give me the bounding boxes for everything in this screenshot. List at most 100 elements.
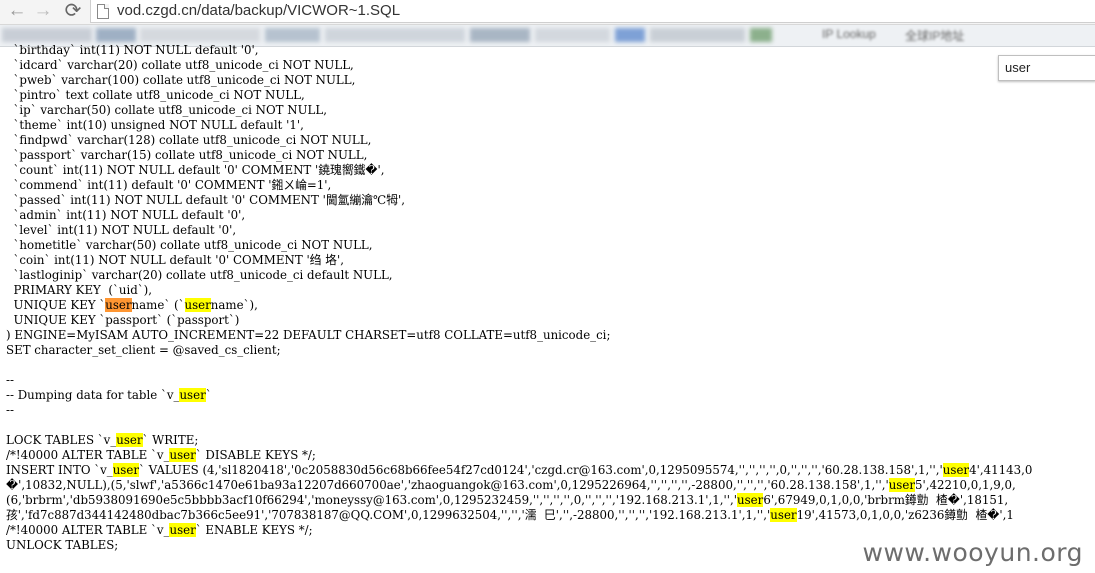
code-text: ) ENGINE=MyISAM AUTO_INCREMENT=22 DEFAUL… [6, 328, 611, 342]
sql-dump-text: `birthday` int(11) NOT NULL default '0',… [6, 43, 1032, 553]
code-text: -- [6, 403, 14, 417]
bookmark-blurred[interactable] [325, 28, 465, 42]
code-line: -- Dumping data for table `v_user` [6, 388, 1032, 403]
bookmark-blurred[interactable] [535, 28, 610, 42]
code-line: `commend` int(11) default '0' COMMENT '鎺… [6, 178, 1032, 193]
code-line: /*!40000 ALTER TABLE `v_user` DISABLE KE… [6, 448, 1032, 463]
reload-icon[interactable]: ⟳ [60, 0, 86, 22]
code-text: (6,'brbrm','db5938091690e5c5bbbb3acf10f6… [6, 493, 738, 507]
bookmark-blurred[interactable] [615, 28, 645, 42]
code-text: `pintro` text collate utf8_unicode_ci NO… [6, 88, 305, 102]
bookmark-ip-lookup[interactable]: IP Lookup [822, 27, 876, 41]
page-icon [97, 4, 109, 19]
code-line: PRIMARY KEY (`uid`), [6, 283, 1032, 298]
address-bar[interactable]: vod.czgd.cn/data/backup/VICWOR~1.SQL [90, 0, 1095, 23]
code-line: `pweb` varchar(100) collate utf8_unicode… [6, 73, 1032, 88]
code-text: SET character_set_client = @saved_cs_cli… [6, 343, 281, 357]
code-line: LOCK TABLES `v_user` WRITE; [6, 433, 1032, 448]
code-line: /*!40000 ALTER TABLE `v_user` ENABLE KEY… [6, 523, 1032, 538]
code-line: �',10832,NULL),(5,'slwf','a5366c1470e61b… [6, 478, 1032, 493]
code-line: `passport` varchar(15) collate utf8_unic… [6, 148, 1032, 163]
code-text: LOCK TABLES `v_ [6, 433, 117, 447]
code-line: `idcard` varchar(20) collate utf8_unicod… [6, 58, 1032, 73]
code-text: `admin` int(11) NOT NULL default '0', [6, 208, 246, 222]
bookmark-blurred[interactable] [96, 28, 136, 42]
code-text: `coin` int(11) NOT NULL default '0' COMM… [6, 253, 345, 267]
code-line: `hometitle` varchar(50) collate utf8_uni… [6, 238, 1032, 253]
bookmark-blurred[interactable] [2, 28, 92, 42]
code-line: `findpwd` varchar(128) collate utf8_unic… [6, 133, 1032, 148]
code-text: `commend` int(11) default '0' COMMENT '鎺… [6, 178, 332, 192]
code-text: ` VALUES (4,'sl1820418','0c2058830d56c68… [138, 463, 943, 477]
search-match: user [888, 478, 915, 492]
code-text: UNLOCK TABLES; [6, 538, 119, 552]
code-text: `ip` varchar(50) collate utf8_unicode_ci… [6, 103, 327, 117]
browser-toolbar: ← → ⟳ vod.czgd.cn/data/backup/VICWOR~1.S… [0, 0, 1095, 25]
code-line: INSERT INTO `v_user` VALUES (4,'sl182041… [6, 463, 1032, 478]
code-line: -- [6, 403, 1032, 418]
code-text: `findpwd` varchar(128) collate utf8_unic… [6, 133, 372, 147]
forward-arrow-icon[interactable]: → [30, 0, 56, 22]
code-line: `coin` int(11) NOT NULL default '0' COMM… [6, 253, 1032, 268]
code-text: ` ENABLE KEYS */; [195, 523, 313, 537]
bookmark-blurred[interactable] [750, 28, 772, 42]
code-text: -- [6, 373, 14, 387]
code-line: UNIQUE KEY `username` (`username`), [6, 298, 1032, 313]
code-text: `theme` int(10) unsigned NOT NULL defaul… [6, 118, 304, 132]
code-text: ` DISABLE KEYS */; [195, 448, 316, 462]
code-text: INSERT INTO `v_ [6, 463, 113, 477]
code-line: `theme` int(10) unsigned NOT NULL defaul… [6, 118, 1032, 133]
code-text: name`), [210, 298, 258, 312]
url-text[interactable]: vod.czgd.cn/data/backup/VICWOR~1.SQL [117, 0, 400, 22]
search-match: user [179, 388, 206, 402]
code-text: -- Dumping data for table `v_ [6, 388, 180, 402]
code-text: UNIQUE KEY `passport` (`passport`) [6, 313, 240, 327]
code-line: `count` int(11) NOT NULL default '0' COM… [6, 163, 1032, 178]
code-text: 6',67949,0,1,0,0,'brbrm鐏勯 楂�',18151, [763, 493, 1009, 507]
code-text: `level` int(11) NOT NULL default '0', [6, 223, 237, 237]
watermark: www.wooyun.org [862, 538, 1083, 567]
code-text: `count` int(11) NOT NULL default '0' COM… [6, 163, 385, 177]
back-arrow-icon[interactable]: ← [4, 0, 30, 22]
bookmark-ip-address[interactable]: 全球IP地址 [905, 27, 964, 44]
find-bar [998, 55, 1095, 81]
code-text: `birthday` int(11) NOT NULL default '0', [6, 43, 259, 57]
find-input[interactable] [1005, 59, 1090, 76]
code-text: `hometitle` varchar(50) collate utf8_uni… [6, 238, 373, 252]
code-line: `passed` int(11) NOT NULL default '0' CO… [6, 193, 1032, 208]
code-line: -- [6, 373, 1032, 388]
code-text: 19',41573,0,1,0,0,'z6236鐏勯 楂�',1 [796, 508, 1014, 522]
code-text: 孩','fd7c887d344142480dbac7b366c5ee91','7… [6, 508, 771, 522]
code-line: 孩','fd7c887d344142480dbac7b366c5ee91','7… [6, 508, 1032, 523]
code-line: (6,'brbrm','db5938091690e5c5bbbb3acf10f6… [6, 493, 1032, 508]
bookmark-blurred[interactable] [140, 28, 260, 42]
code-text: /*!40000 ALTER TABLE `v_ [6, 448, 170, 462]
code-text: ` WRITE; [142, 433, 199, 447]
code-line: `level` int(11) NOT NULL default '0', [6, 223, 1032, 238]
code-line: UNIQUE KEY `passport` (`passport`) [6, 313, 1032, 328]
code-text: UNIQUE KEY ` [6, 298, 106, 312]
search-match: user [112, 463, 139, 477]
code-text: name` (` [131, 298, 185, 312]
code-line: `birthday` int(11) NOT NULL default '0', [6, 43, 1032, 58]
code-text: �',10832,NULL),(5,'slwf','a5366c1470e61b… [6, 478, 889, 492]
search-match-active: user [105, 298, 132, 312]
bookmark-blurred[interactable] [265, 28, 320, 42]
code-text: `passport` varchar(15) collate utf8_unic… [6, 148, 368, 162]
search-match: user [737, 493, 764, 507]
search-match: user [116, 433, 143, 447]
code-text: PRIMARY KEY (`uid`), [6, 283, 153, 297]
code-text: `lastloginip` varchar(20) collate utf8_u… [6, 268, 393, 282]
code-text: `pweb` varchar(100) collate utf8_unicode… [6, 73, 356, 87]
code-text: `idcard` varchar(20) collate utf8_unicod… [6, 58, 354, 72]
bookmark-blurred[interactable] [650, 28, 745, 42]
code-text: /*!40000 ALTER TABLE `v_ [6, 523, 170, 537]
code-text: `passed` int(11) NOT NULL default '0' CO… [6, 193, 406, 207]
search-match: user [169, 523, 196, 537]
bookmark-blurred[interactable] [470, 28, 530, 42]
code-text: ` [205, 388, 212, 402]
code-line: `lastloginip` varchar(20) collate utf8_u… [6, 268, 1032, 283]
code-line: `pintro` text collate utf8_unicode_ci NO… [6, 88, 1032, 103]
